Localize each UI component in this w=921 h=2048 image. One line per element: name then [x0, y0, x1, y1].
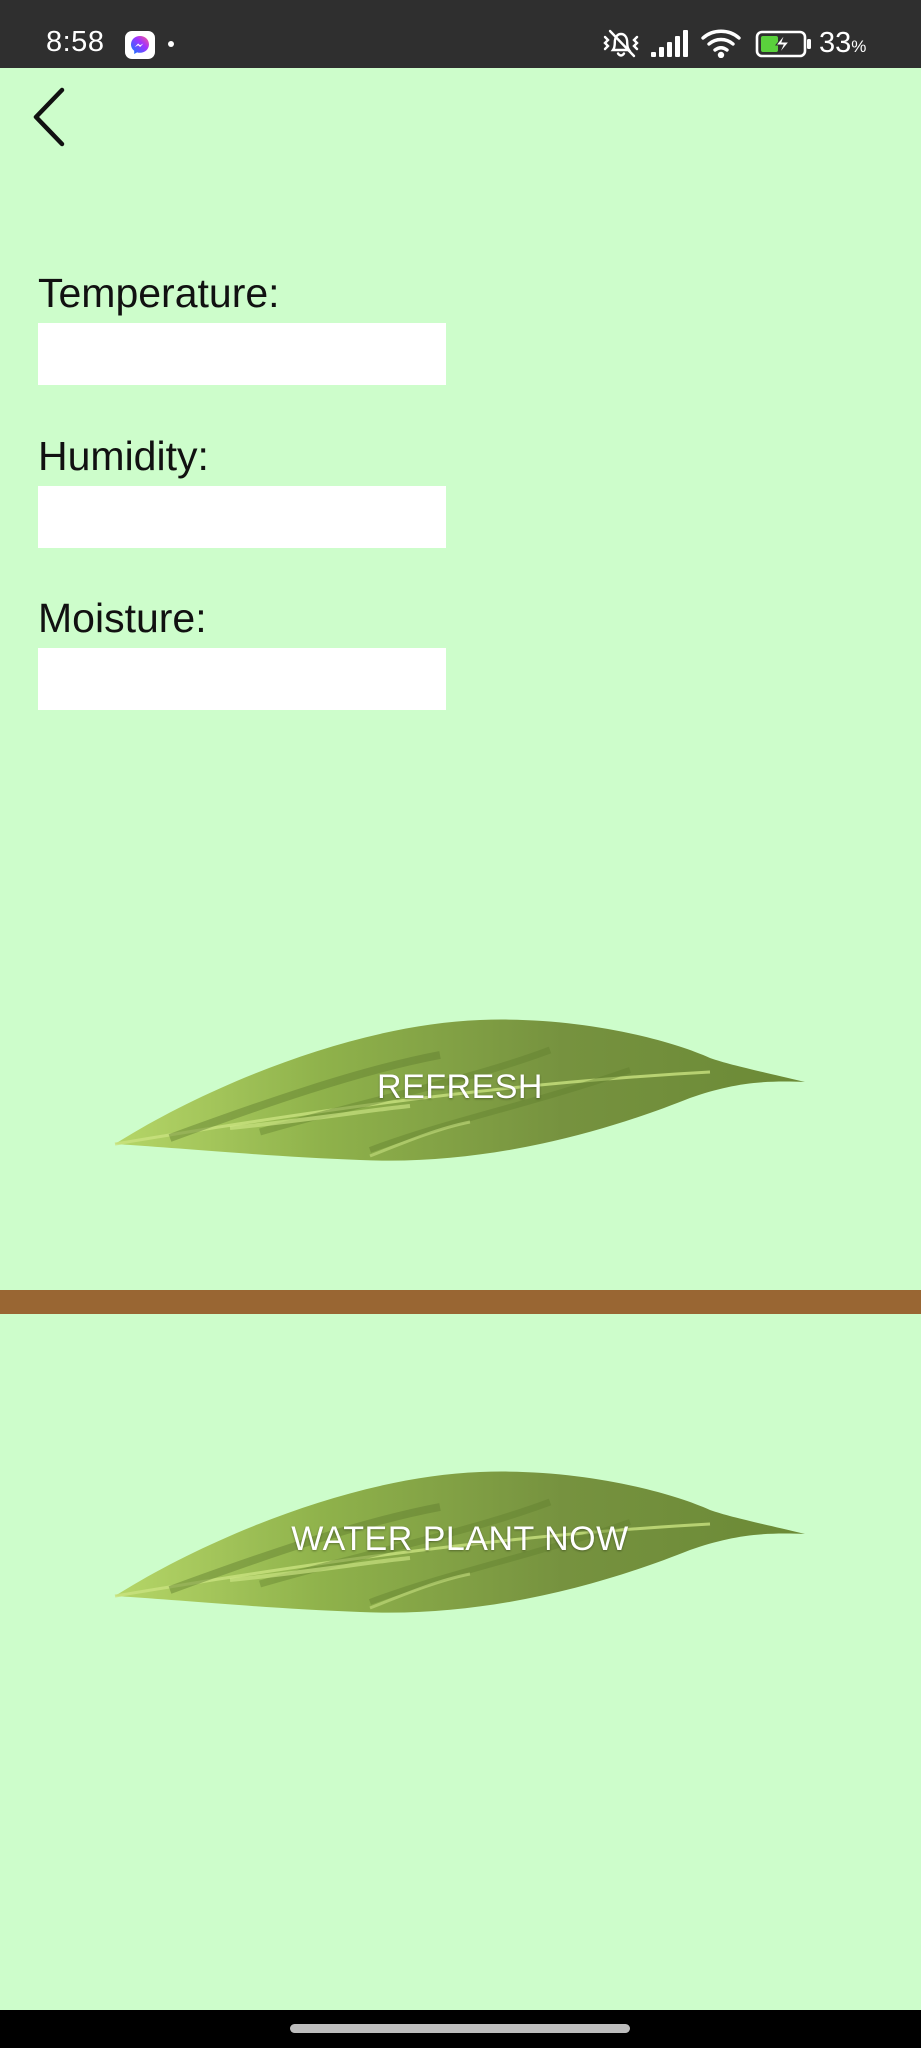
battery-charging-icon [755, 30, 813, 63]
water-plant-button[interactable]: WATER PLANT NOW [110, 1462, 810, 1622]
moisture-label: Moisture: [38, 595, 207, 641]
messenger-icon [125, 31, 155, 59]
back-button[interactable] [26, 84, 76, 150]
temperature-field[interactable] [38, 323, 446, 385]
humidity-field[interactable] [38, 486, 446, 548]
signal-icon [651, 30, 691, 63]
battery-percent: 33% [819, 27, 867, 59]
notification-dot [168, 41, 174, 47]
status-time: 8:58 [46, 26, 105, 58]
water-plant-label: WATER PLANT NOW [291, 1520, 629, 1558]
chevron-left-icon [33, 87, 65, 147]
temperature-label: Temperature: [38, 270, 280, 316]
navigation-bar [0, 2010, 921, 2048]
moisture-field[interactable] [38, 648, 446, 710]
home-gesture-handle[interactable] [290, 2024, 630, 2033]
humidity-label: Humidity: [38, 433, 209, 479]
wifi-icon [700, 28, 742, 63]
status-bar: 8:58 33% [0, 0, 921, 68]
refresh-button[interactable]: REFRESH [110, 1010, 810, 1170]
vibrate-off-icon [600, 27, 642, 64]
divider [0, 1290, 921, 1314]
refresh-label: REFRESH [377, 1068, 543, 1106]
